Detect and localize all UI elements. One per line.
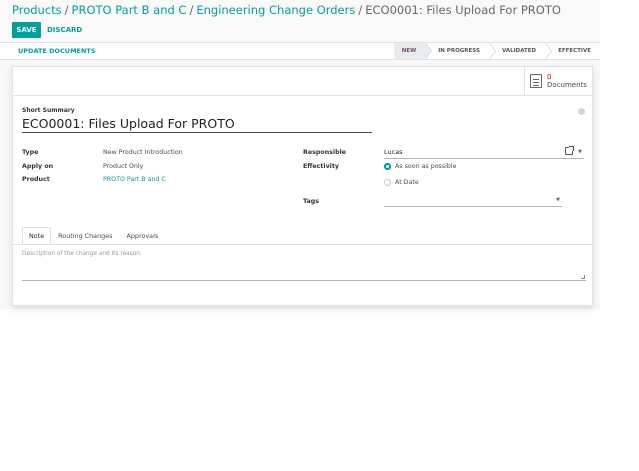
status-dot[interactable] <box>578 108 585 115</box>
type-value[interactable]: New Product Introduction <box>103 149 183 156</box>
documents-smart-button[interactable]: 0 Documents <box>524 67 592 95</box>
tab-approvals[interactable]: Approvals <box>119 227 165 244</box>
stage-label: NEW <box>401 48 417 54</box>
stage-new[interactable]: NEW <box>393 43 433 59</box>
tab-note[interactable]: Note <box>22 227 52 244</box>
effectivity-label: Effectivity <box>303 163 339 170</box>
product-label: Product <box>22 176 50 183</box>
radio-label: At Date <box>395 179 419 186</box>
notebook-tabs: Note Routing Changes Approvals <box>22 227 165 244</box>
documents-count: 0 <box>547 73 552 81</box>
stage-label: EFFECTIVE <box>558 48 591 54</box>
button-box: 0 Documents <box>13 67 592 96</box>
note-placeholder: Description of the change and its reason… <box>22 251 142 257</box>
stage-pipeline: NEW IN PROGRESS VALIDATED EFFECTIVE <box>393 43 600 59</box>
apply-on-value[interactable]: Product Only <box>103 163 143 170</box>
external-link-icon[interactable] <box>565 146 574 155</box>
documents-label: Documents <box>547 81 587 89</box>
responsible-value: Lucas <box>384 148 403 156</box>
control-panel: Products / PROTO Part B and C / Engineering … <box>0 0 600 309</box>
type-label: Type <box>22 149 39 156</box>
breadcrumb: Products / PROTO Part B and C / Engineering … <box>12 3 561 17</box>
save-button[interactable]: SAVE <box>12 22 41 38</box>
update-documents-button[interactable]: UPDATE DOCUMENTS <box>18 47 96 55</box>
breadcrumb-separator: / <box>358 3 363 17</box>
stage-validated[interactable]: VALIDATED <box>488 43 553 59</box>
apply-on-label: Apply on <box>22 163 54 170</box>
resize-handle-icon[interactable] <box>581 275 585 279</box>
breadcrumb-link-product[interactable]: PROTO Part B and C <box>72 3 187 17</box>
product-link[interactable]: PROTO Part B and C <box>103 176 166 183</box>
note-textarea[interactable]: Description of the change and its reason… <box>22 251 586 281</box>
discard-button[interactable]: DISCARD <box>47 22 82 38</box>
stage-in-progress[interactable]: IN PROGRESS <box>425 43 496 59</box>
breadcrumb-separator: / <box>64 3 69 17</box>
dropdown-caret-icon[interactable]: ▼ <box>578 149 582 155</box>
radio-at-date[interactable] <box>384 179 391 186</box>
radio-label: As soon as possible <box>395 163 457 170</box>
form-sheet: 0 Documents Short Summary ECO0001: Files… <box>12 66 593 306</box>
breadcrumb-link-eco[interactable]: Engineering Change Orders <box>196 3 355 17</box>
stage-label: VALIDATED <box>501 48 537 54</box>
dropdown-caret-icon[interactable]: ▼ <box>556 197 560 203</box>
tags-input[interactable]: ▼ <box>384 196 562 207</box>
short-summary-label: Short Summary <box>22 107 75 114</box>
status-bar: UPDATE DOCUMENTS NEW IN PROGRESS VALIDAT… <box>0 42 600 60</box>
breadcrumb-link-products[interactable]: Products <box>12 3 62 17</box>
tab-divider <box>13 244 592 245</box>
stage-effective[interactable]: EFFECTIVE <box>545 43 600 59</box>
stage-label: IN PROGRESS <box>438 48 480 54</box>
responsible-field[interactable]: Lucas ▼ <box>384 148 584 159</box>
document-icon <box>530 74 542 88</box>
title-input[interactable]: ECO0001: Files Upload For PROTO <box>22 116 372 133</box>
tags-label: Tags <box>303 198 319 205</box>
responsible-label: Responsible <box>303 149 347 156</box>
breadcrumb-current: ECO0001: Files Upload For PROTO <box>365 3 561 17</box>
breadcrumb-separator: / <box>189 3 194 17</box>
radio-as-soon-as-possible[interactable] <box>384 163 391 170</box>
tab-routing-changes[interactable]: Routing Changes <box>51 227 119 244</box>
